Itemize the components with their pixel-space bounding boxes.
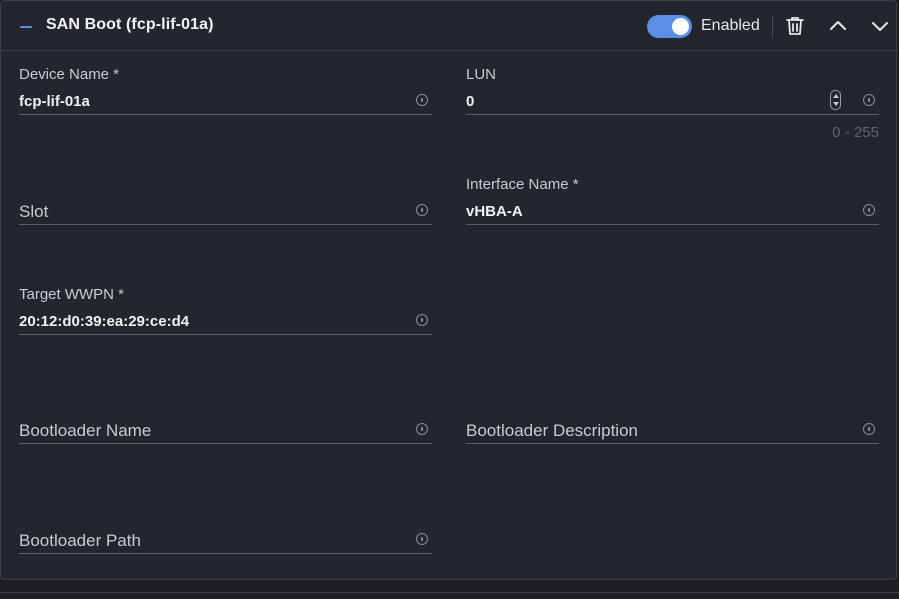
chevron-up-icon[interactable] — [826, 14, 850, 38]
info-icon[interactable] — [416, 533, 428, 545]
toggle-label: Enabled — [701, 17, 760, 34]
bootloader-name-placeholder[interactable]: Bootloader Name — [19, 421, 151, 441]
lun-range-hint: 0 - 255 — [832, 124, 879, 141]
info-icon[interactable] — [863, 94, 875, 106]
field-underline — [19, 114, 432, 115]
target-wwpn-field[interactable]: Target WWPN * 20:12:d0:39:ea:29:ce:d4 — [19, 286, 432, 335]
info-icon[interactable] — [416, 423, 428, 435]
device-name-value[interactable]: fcp-lif-01a — [19, 93, 90, 110]
san-boot-panel: SAN Boot (fcp-lif-01a) Enabled Device Na… — [0, 0, 898, 580]
target-wwpn-value[interactable]: 20:12:d0:39:ea:29:ce:d4 — [19, 313, 189, 330]
header-divider — [772, 15, 773, 37]
trash-icon[interactable] — [783, 14, 807, 38]
info-icon[interactable] — [416, 314, 428, 326]
panel-header: SAN Boot (fcp-lif-01a) Enabled — [1, 1, 898, 51]
field-underline — [466, 443, 879, 444]
toggle-knob — [672, 18, 689, 35]
lun-value[interactable]: 0 — [466, 93, 474, 110]
field-underline — [19, 443, 432, 444]
bootloader-description-placeholder[interactable]: Bootloader Description — [466, 421, 638, 441]
lun-label: LUN — [466, 66, 497, 83]
device-name-label: Device Name * — [19, 66, 120, 83]
field-underline — [19, 224, 432, 225]
device-name-field[interactable]: Device Name * fcp-lif-01a — [19, 66, 432, 115]
lun-field[interactable]: LUN 0 0 - 255 — [466, 66, 879, 141]
slot-placeholder[interactable]: Slot — [19, 202, 48, 222]
next-panel-edge — [0, 582, 899, 599]
info-icon[interactable] — [416, 204, 428, 216]
interface-name-field[interactable]: Interface Name * vHBA-A — [466, 176, 879, 225]
lun-stepper[interactable] — [830, 90, 841, 110]
enabled-toggle[interactable] — [647, 15, 692, 38]
interface-name-label: Interface Name * — [466, 176, 579, 193]
bootloader-path-field[interactable]: Bootloader Path — [19, 505, 432, 554]
bootloader-name-field[interactable]: Bootloader Name — [19, 395, 432, 444]
field-underline — [19, 334, 432, 335]
field-underline — [466, 224, 879, 225]
collapse-icon[interactable] — [17, 17, 35, 35]
slot-field[interactable]: Slot — [19, 176, 432, 225]
interface-name-value[interactable]: vHBA-A — [466, 203, 523, 220]
chevron-down-icon[interactable] — [868, 14, 892, 38]
target-wwpn-label: Target WWPN * — [19, 286, 125, 303]
field-underline — [19, 553, 432, 554]
info-icon[interactable] — [416, 94, 428, 106]
divider — [0, 592, 899, 593]
info-icon[interactable] — [863, 423, 875, 435]
bootloader-path-placeholder[interactable]: Bootloader Path — [19, 531, 141, 551]
panel-title: SAN Boot (fcp-lif-01a) — [46, 16, 214, 33]
info-icon[interactable] — [863, 204, 875, 216]
bootloader-description-field[interactable]: Bootloader Description — [466, 395, 879, 444]
field-underline — [466, 114, 879, 115]
